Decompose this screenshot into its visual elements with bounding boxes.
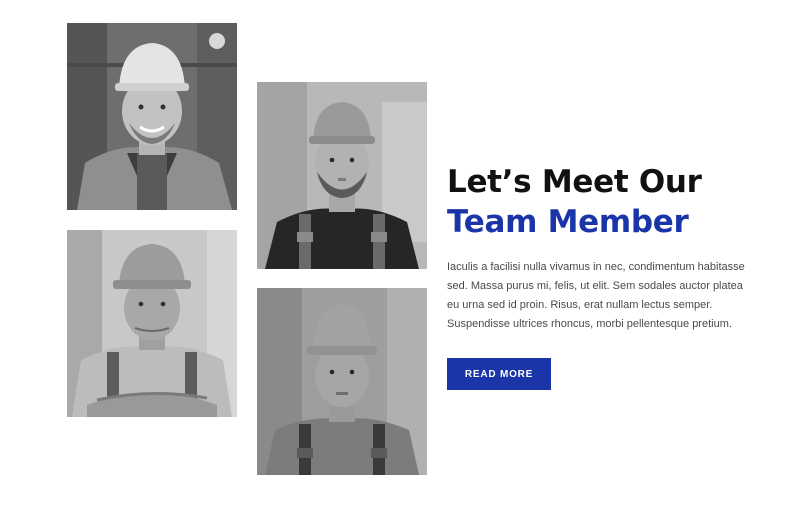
team-photo-worker-2 — [257, 82, 427, 269]
heading-line-accent: Team Member — [447, 204, 689, 240]
worker-portrait-image — [67, 23, 237, 210]
read-more-button[interactable]: READ MORE — [447, 358, 551, 390]
worker-portrait-image — [257, 82, 427, 269]
team-photo-worker-3 — [67, 230, 237, 417]
heading-line-primary: Let’s Meet Our — [447, 164, 702, 200]
team-photo-worker-4 — [257, 288, 427, 475]
worker-portrait-image — [67, 230, 237, 417]
section-heading: Let’s Meet Our Team Member — [447, 162, 762, 242]
section-description: Iaculis a facilisi nulla vivamus in nec,… — [447, 261, 745, 330]
worker-portrait-image — [257, 288, 427, 475]
team-intro-section: Let’s Meet Our Team Member Iaculis a fac… — [447, 162, 762, 334]
team-photo-worker-1 — [67, 23, 237, 210]
